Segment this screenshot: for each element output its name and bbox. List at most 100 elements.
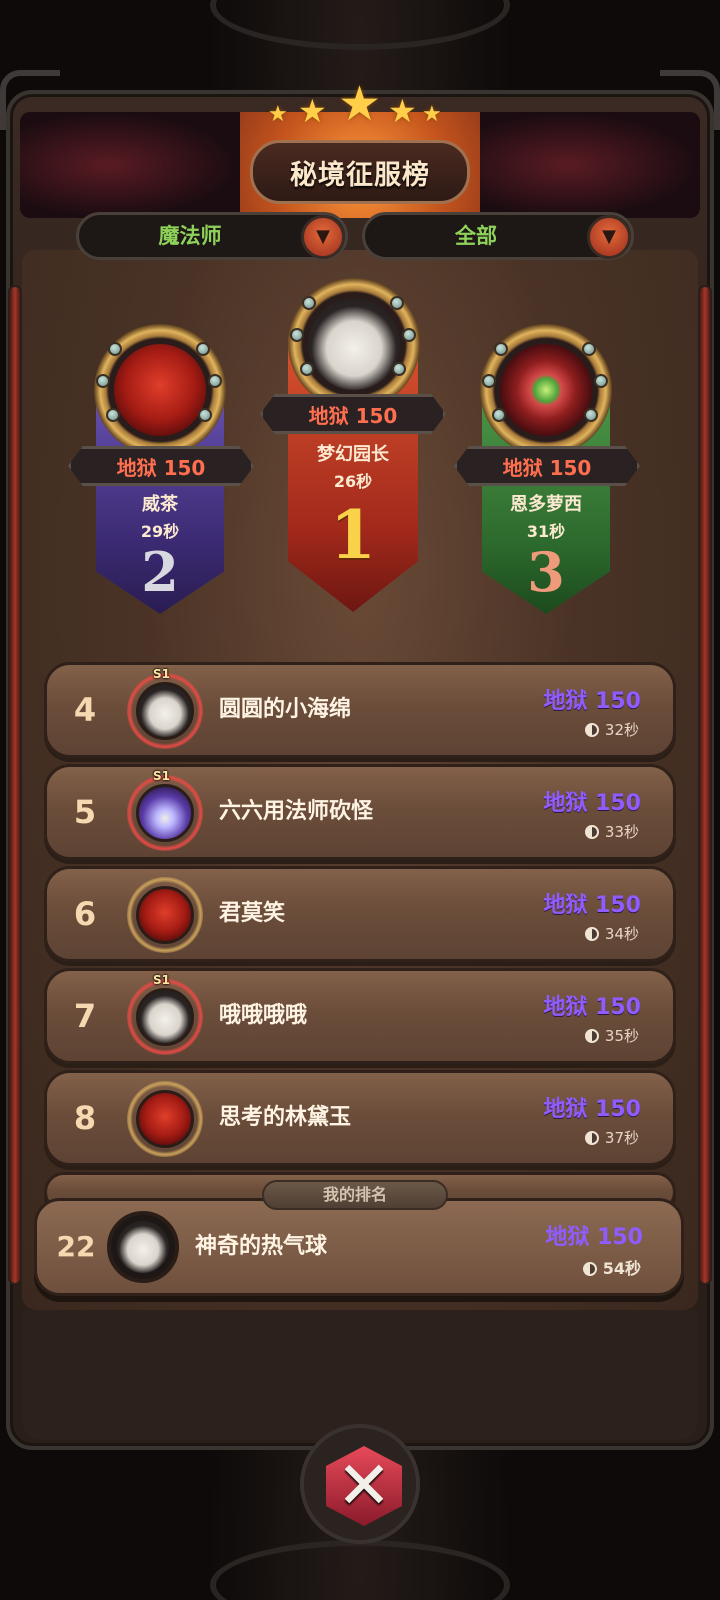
row-time: 37秒 bbox=[584, 1127, 639, 1148]
row-rank: 6 bbox=[73, 895, 97, 933]
ring-gem bbox=[492, 408, 506, 422]
row-player-name: 哦哦哦哦 bbox=[219, 1003, 308, 1028]
avatar[interactable] bbox=[127, 877, 203, 953]
ring-gem bbox=[106, 408, 120, 422]
ring-gem bbox=[390, 296, 404, 310]
ring-gem bbox=[582, 342, 596, 356]
my-player-name: 神奇的热气球 bbox=[195, 1234, 328, 1259]
leaderboard-row[interactable]: 5 S1 六六用法师砍怪 地狱 150 33秒 bbox=[44, 764, 676, 860]
my-rank-row[interactable]: 22 神奇的热气球 地狱 150 54秒 bbox=[34, 1198, 684, 1296]
ring-gem bbox=[594, 374, 608, 388]
ring-gem bbox=[302, 296, 316, 310]
season-badge: S1 bbox=[153, 973, 170, 987]
ring-gem bbox=[300, 362, 314, 376]
podium-floor-badge: 地狱 150 bbox=[68, 446, 254, 486]
row-time: 33秒 bbox=[584, 821, 639, 842]
row-time-value: 33秒 bbox=[604, 823, 639, 841]
podium-rank-number: 3 bbox=[527, 540, 565, 604]
leaderboard-row[interactable]: 4 S1 圆圆的小海绵 地狱 150 32秒 bbox=[44, 662, 676, 758]
row-rank: 8 bbox=[73, 1099, 97, 1137]
row-time-value: 35秒 bbox=[604, 1027, 639, 1045]
ring-gem bbox=[196, 342, 210, 356]
row-time-value: 32秒 bbox=[604, 721, 639, 739]
avatar[interactable]: S1 bbox=[127, 973, 203, 1055]
podium-player-name: 恩多萝西 bbox=[510, 494, 582, 515]
scope-filter-dropdown[interactable]: 全部 ▼ bbox=[362, 212, 634, 260]
left-rail bbox=[8, 285, 22, 1285]
row-floor: 地狱 150 bbox=[543, 791, 641, 816]
row-player-name: 圆圆的小海绵 bbox=[219, 697, 352, 722]
ring-gem bbox=[208, 374, 222, 388]
ring-gem bbox=[402, 328, 416, 342]
ring-gem bbox=[198, 408, 212, 422]
podium-rank-number: 2 bbox=[141, 540, 179, 604]
row-time: 34秒 bbox=[584, 923, 639, 944]
row-floor: 地狱 150 bbox=[543, 689, 641, 714]
row-player-name: 思考的林黛玉 bbox=[219, 1105, 352, 1130]
avatar[interactable] bbox=[480, 324, 612, 456]
page-title: 秘境征服榜 bbox=[250, 140, 470, 204]
avatar[interactable] bbox=[127, 1081, 203, 1157]
sheep-avatar bbox=[136, 988, 194, 1046]
row-player-name: 六六用法师砍怪 bbox=[219, 799, 374, 824]
podium-floor-badge: 地狱 150 bbox=[454, 446, 640, 486]
my-time-value: 54秒 bbox=[602, 1259, 641, 1278]
ring-gem bbox=[494, 342, 508, 356]
scope-filter-label: 全部 bbox=[455, 224, 497, 248]
avatar[interactable]: S1 bbox=[127, 769, 203, 851]
row-rank: 5 bbox=[73, 793, 97, 831]
ring-gem bbox=[96, 374, 110, 388]
podium-player-time: 31秒 bbox=[526, 522, 566, 541]
avatar[interactable] bbox=[107, 1211, 179, 1283]
sheep-avatar bbox=[117, 1221, 169, 1273]
avatar[interactable] bbox=[288, 278, 420, 410]
row-rank: 4 bbox=[73, 691, 97, 729]
star-icon: ★ bbox=[388, 92, 417, 130]
time-icon bbox=[582, 1262, 597, 1276]
row-time-value: 34秒 bbox=[604, 925, 639, 943]
time-icon bbox=[584, 723, 599, 737]
ring-gem bbox=[392, 362, 406, 376]
row-player-name: 君莫笑 bbox=[219, 901, 286, 926]
row-floor: 地狱 150 bbox=[543, 893, 641, 918]
class-filter-label: 魔法师 bbox=[158, 224, 222, 248]
stars-decoration: ★ ★ ★ ★ ★ bbox=[260, 76, 460, 138]
chevron-down-icon[interactable]: ▼ bbox=[301, 215, 345, 259]
ring-gem bbox=[482, 374, 496, 388]
podium-player-time: 26秒 bbox=[333, 472, 373, 491]
my-time: 54秒 bbox=[582, 1255, 641, 1279]
row-time: 35秒 bbox=[584, 1025, 639, 1046]
leaderboard-row[interactable]: 6 君莫笑 地狱 150 34秒 bbox=[44, 866, 676, 962]
sheep-avatar bbox=[308, 298, 400, 390]
ring-gem bbox=[290, 328, 304, 342]
leaderboard-row[interactable]: 7 S1 哦哦哦哦 地狱 150 35秒 bbox=[44, 968, 676, 1064]
star-icon: ★ bbox=[298, 92, 327, 130]
podium-rank-number: 1 bbox=[330, 496, 376, 574]
red-demon-avatar bbox=[136, 886, 194, 944]
time-icon bbox=[584, 825, 599, 839]
ring-gem bbox=[584, 408, 598, 422]
chevron-down-icon[interactable]: ▼ bbox=[587, 215, 631, 259]
class-filter-dropdown[interactable]: 魔法师 ▼ bbox=[76, 212, 348, 260]
frame-bottom bbox=[22, 1310, 698, 1440]
row-rank: 7 bbox=[73, 997, 97, 1035]
time-icon bbox=[584, 927, 599, 941]
my-floor: 地狱 150 bbox=[545, 1225, 643, 1250]
star-icon: ★ bbox=[422, 102, 442, 127]
podium-player-time: 29秒 bbox=[140, 522, 180, 541]
my-rank-number: 22 bbox=[56, 1230, 96, 1263]
podium-player-name: 梦幻园长 bbox=[317, 444, 389, 465]
avatar[interactable] bbox=[94, 324, 226, 456]
leaderboard-row[interactable]: 8 思考的林黛玉 地狱 150 37秒 bbox=[44, 1070, 676, 1166]
ring-gem bbox=[108, 342, 122, 356]
sheep-avatar bbox=[136, 682, 194, 740]
row-floor: 地狱 150 bbox=[543, 1097, 641, 1122]
avatar[interactable]: S1 bbox=[127, 667, 203, 749]
my-rank-label: 我的排名 bbox=[262, 1180, 448, 1210]
close-button[interactable]: ✕ bbox=[300, 1424, 420, 1544]
podium-floor-badge: 地狱 150 bbox=[260, 394, 446, 434]
season-badge: S1 bbox=[153, 667, 170, 681]
row-floor: 地狱 150 bbox=[543, 995, 641, 1020]
red-demon-avatar bbox=[136, 1090, 194, 1148]
season-badge: S1 bbox=[153, 769, 170, 783]
